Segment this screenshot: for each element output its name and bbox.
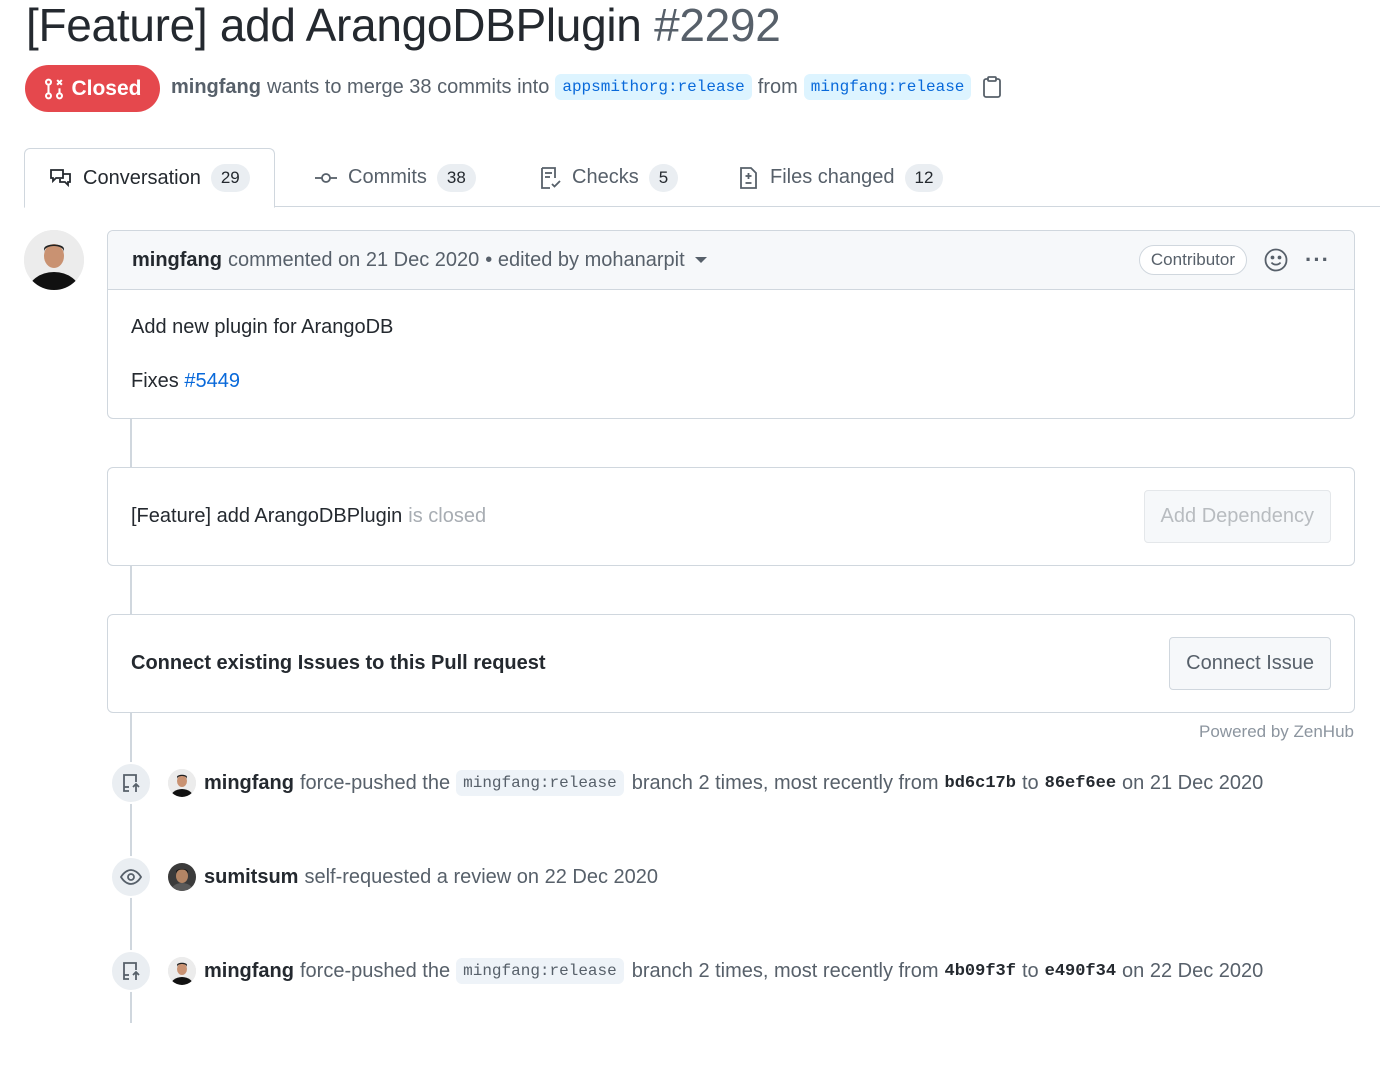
commit-sha-link[interactable]: 4b09f3f [945, 962, 1016, 981]
event-timestamp[interactable]: on 22 Dec 2020 [1122, 960, 1263, 983]
avatar[interactable] [168, 863, 196, 891]
pr-tabs: Conversation 29 Commits 38 Checks 5 File… [24, 148, 1380, 208]
event-text: branch 2 times, most recently from [631, 959, 939, 982]
file-diff-icon [740, 166, 757, 189]
event-text: self-requested a review on 22 Dec 2020 [304, 865, 659, 888]
branch-name[interactable]: mingfang:release [456, 770, 624, 796]
tab-commits-count: 38 [436, 163, 476, 192]
event-text: branch 2 times, most recently from [631, 771, 939, 794]
from-text: from [757, 75, 798, 98]
comment-body: Add new plugin for ArangoDB Fixes #5449 [108, 290, 1354, 419]
repo-push-icon [110, 950, 152, 992]
comment-box: mingfang commented on 21 Dec 2020 • edit… [107, 230, 1355, 419]
event-actor-link[interactable]: mingfang [204, 960, 294, 983]
add-dependency-button[interactable]: Add Dependency [1143, 490, 1331, 543]
pr-number: #2292 [654, 0, 781, 51]
tab-commits-label: Commits [348, 166, 427, 188]
commit-sha-link[interactable]: 86ef6ee [1045, 774, 1116, 793]
avatar[interactable] [24, 230, 84, 290]
tab-conversation-label: Conversation [83, 166, 201, 189]
pr-title: [Feature] add ArangoDBPlugin #2292 [26, 0, 781, 52]
tab-files-changed-label: Files changed [770, 166, 895, 188]
dependency-title: [Feature] add ArangoDBPlugin [131, 505, 403, 527]
avatar[interactable] [168, 769, 196, 797]
tab-files-changed[interactable]: Files changed 12 [736, 148, 944, 207]
tab-checks-label: Checks [572, 166, 639, 188]
merge-text: wants to merge 38 commits into [267, 75, 550, 98]
event-actor-link[interactable]: sumitsum [204, 866, 298, 889]
contributor-badge: Contributor [1138, 245, 1248, 275]
event-text: force-pushed the [300, 771, 451, 794]
tab-commits[interactable]: Commits 38 [314, 148, 476, 207]
avatar[interactable] [168, 957, 196, 985]
chevron-down-icon[interactable] [694, 257, 707, 263]
base-branch-link[interactable]: appsmithorg:release [555, 74, 752, 100]
state-badge: Closed [25, 65, 160, 112]
edited-by-dropdown[interactable]: • edited by mohanarpit [485, 249, 684, 272]
state-label: Closed [71, 76, 142, 100]
fixes-label: Fixes [131, 370, 179, 392]
comment-author-link[interactable]: mingfang [132, 249, 222, 272]
powered-by-zenhub[interactable]: Powered by ZenHub [1199, 722, 1354, 742]
timeline-event-force-push: mingfang force-pushed the mingfang:relea… [110, 950, 1370, 992]
smiley-icon[interactable] [1263, 247, 1289, 273]
dependency-status: is closed [408, 505, 487, 527]
commit-sha-link[interactable]: e490f34 [1045, 962, 1116, 981]
event-text: to [1021, 959, 1039, 982]
event-text: force-pushed the [300, 959, 451, 982]
comment-fixes: Fixes #5449 [131, 368, 1331, 395]
eye-icon [110, 856, 152, 898]
avatar-image [24, 230, 84, 290]
pr-author-link[interactable]: mingfang [171, 76, 261, 99]
connect-issue-box: Connect existing Issues to this Pull req… [107, 614, 1355, 713]
comment-text: Add new plugin for ArangoDB [131, 316, 394, 338]
repo-push-icon [110, 762, 152, 804]
comment-header: mingfang commented on 21 Dec 2020 • edit… [108, 231, 1354, 290]
tab-checks[interactable]: Checks 5 [538, 148, 679, 207]
tab-checks-count: 5 [648, 163, 679, 192]
pr-title-text: [Feature] add ArangoDBPlugin [26, 0, 642, 51]
event-text: to [1021, 771, 1039, 794]
branch-name[interactable]: mingfang:release [456, 958, 624, 984]
timeline-line [130, 419, 132, 467]
connect-issue-text: Connect existing Issues to this Pull req… [131, 652, 546, 674]
commit-sha-link[interactable]: bd6c17b [945, 774, 1016, 793]
timeline-event-force-push: mingfang force-pushed the mingfang:relea… [110, 762, 1370, 804]
copy-icon[interactable] [981, 75, 1003, 99]
kebab-horizontal-icon[interactable]: ··· [1305, 247, 1330, 273]
connect-issue-button[interactable]: Connect Issue [1169, 637, 1331, 690]
tab-conversation-count: 29 [210, 164, 250, 192]
event-actor-link[interactable]: mingfang [204, 772, 294, 795]
head-branch-link[interactable]: mingfang:release [803, 74, 972, 100]
git-pull-request-closed-icon [45, 78, 64, 99]
merge-info: mingfang wants to merge 38 commits into … [171, 74, 1003, 100]
git-commit-icon [315, 172, 337, 183]
issue-link[interactable]: #5449 [184, 370, 240, 392]
tab-conversation[interactable]: Conversation 29 [24, 148, 275, 208]
dependency-box: [Feature] add ArangoDBPlugin is closed A… [107, 467, 1355, 566]
event-timestamp[interactable]: on 21 Dec 2020 [1122, 772, 1263, 795]
checklist-icon [541, 166, 561, 189]
timeline-line [130, 566, 132, 614]
comment-discussion-icon [50, 169, 71, 188]
tab-files-changed-count: 12 [904, 163, 944, 192]
timeline-event-review-request: sumitsum self-requested a review on 22 D… [110, 856, 1370, 898]
comment-timestamp[interactable]: commented on 21 Dec 2020 [228, 249, 479, 272]
